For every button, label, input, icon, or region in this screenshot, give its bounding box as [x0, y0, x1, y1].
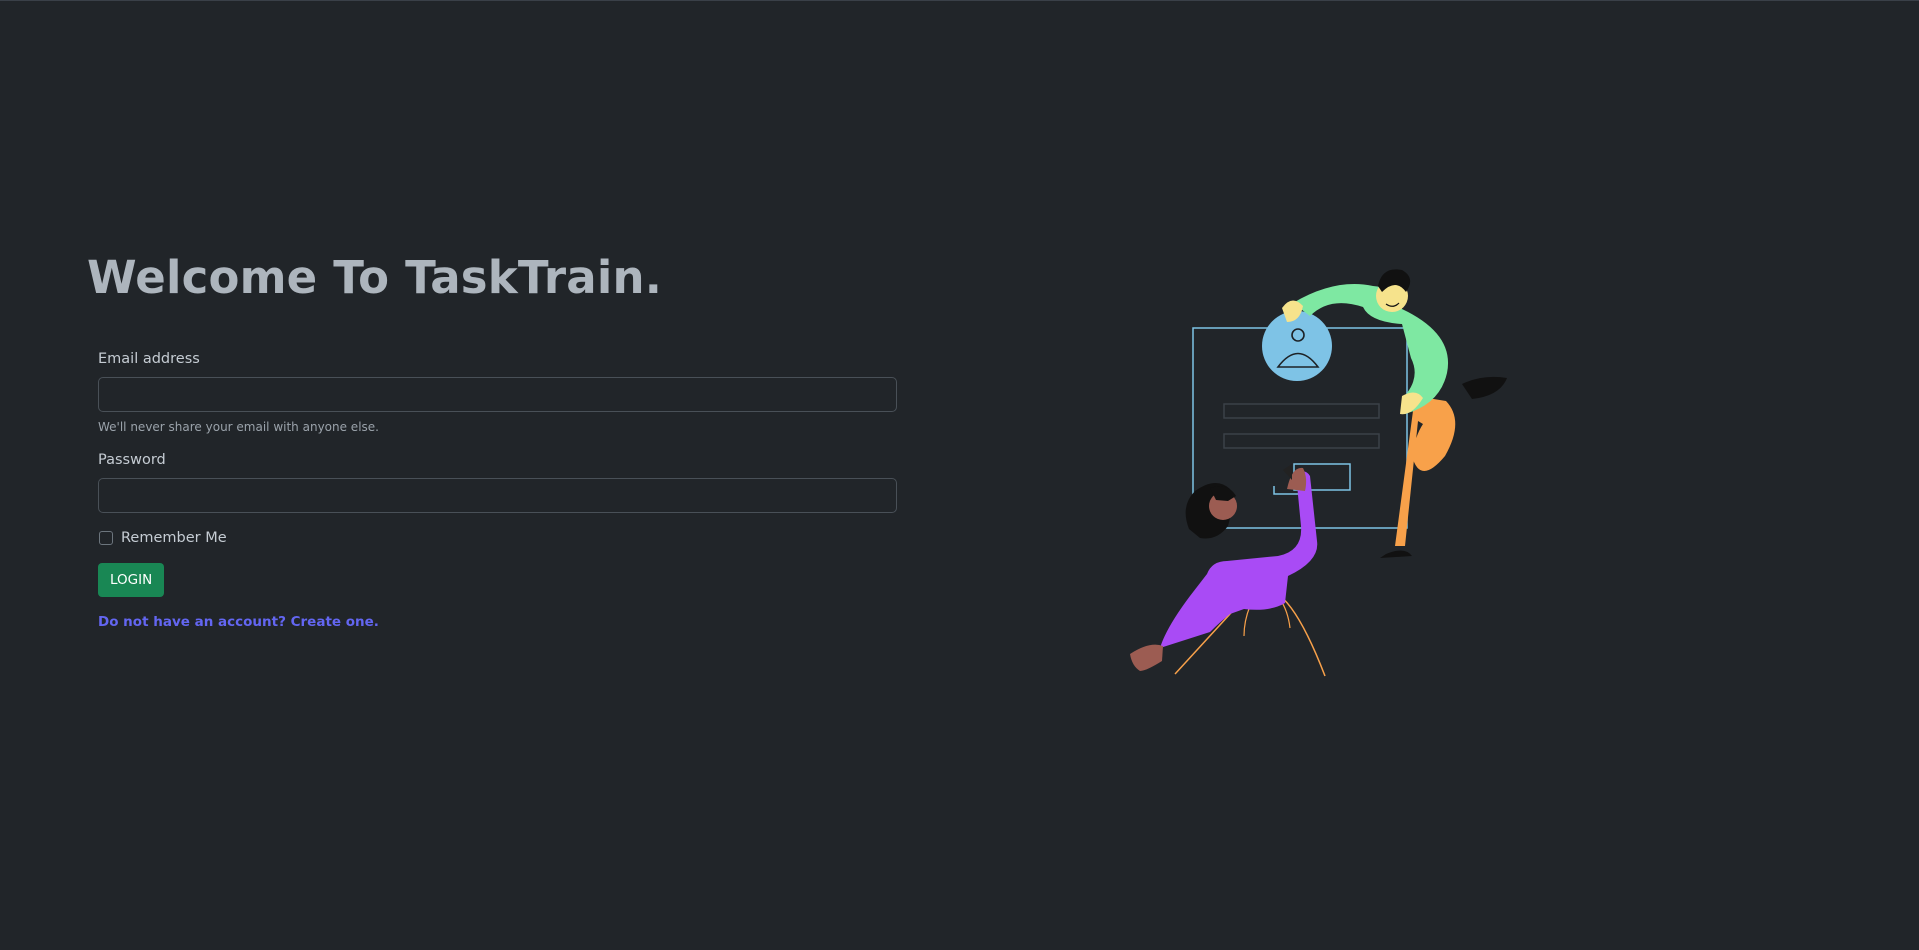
login-page: Welcome To TaskTrain. Email address We'l…	[0, 0, 1919, 950]
password-input[interactable]	[98, 478, 897, 513]
email-label: Email address	[98, 351, 200, 367]
email-input[interactable]	[98, 377, 897, 412]
remember-me-label[interactable]: Remember Me	[121, 530, 227, 546]
password-label: Password	[98, 452, 166, 468]
remember-me-checkbox[interactable]	[99, 531, 113, 545]
page-title: Welcome To TaskTrain.	[87, 251, 662, 304]
signup-link[interactable]: Do not have an account? Create one.	[98, 614, 897, 630]
login-illustration-icon	[1130, 269, 1507, 677]
login-button[interactable]: LOGIN	[98, 563, 165, 597]
email-help-text: We'll never share your email with anyone…	[98, 420, 379, 434]
remember-me-row: Remember Me	[98, 530, 897, 546]
login-form: Email address We'll never share your ema…	[98, 351, 897, 630]
password-group: Password	[98, 452, 897, 513]
